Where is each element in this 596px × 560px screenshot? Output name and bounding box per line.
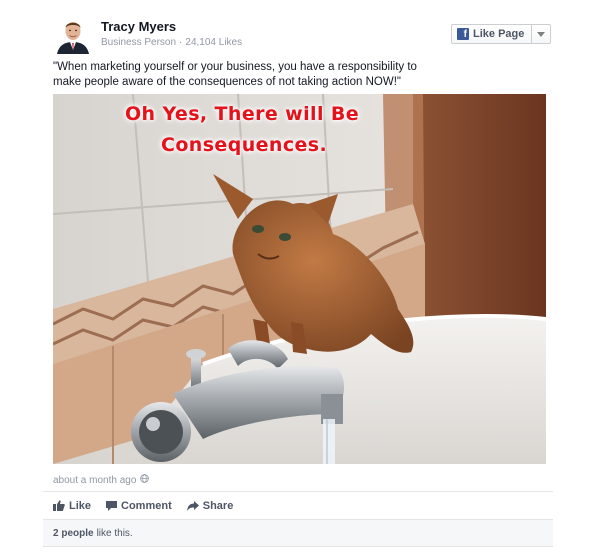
meme-text-line-2: Consequences. xyxy=(161,134,328,156)
like-action-label: Like xyxy=(69,499,92,512)
post-photo[interactable]: Oh Yes, There will Be Consequences. xyxy=(53,94,546,464)
post-timestamp: about a month ago xyxy=(53,474,150,486)
author-meta: Business Person · 24,104 Likes xyxy=(101,37,242,48)
meta-separator: · xyxy=(179,37,183,48)
comment-action-label: Comment xyxy=(121,499,172,512)
timestamp-text[interactable]: about a month ago xyxy=(53,475,136,486)
facebook-logo-icon: f xyxy=(457,28,469,40)
author-category: Business Person xyxy=(101,37,177,48)
avatar-photo xyxy=(53,14,93,54)
likes-summary: 2 people like this. xyxy=(43,519,553,547)
author-avatar[interactable] xyxy=(53,14,93,54)
facebook-post: Tracy Myers Business Person · 24,104 Likes… xyxy=(43,0,553,560)
meme-text-line-1: Oh Yes, There will Be xyxy=(125,103,360,125)
likes-count-link[interactable]: 2 people xyxy=(53,528,94,539)
post-actions: Like Comment Share xyxy=(43,491,553,519)
post-caption: "When marketing yourself or your busines… xyxy=(53,61,417,88)
comment-action-button[interactable]: Comment xyxy=(106,500,172,512)
author-likes-count: 24,104 Likes xyxy=(185,37,243,48)
like-page-button[interactable]: f Like Page xyxy=(451,24,552,44)
share-icon xyxy=(186,500,199,511)
comment-icon xyxy=(106,500,118,511)
author-name[interactable]: Tracy Myers xyxy=(101,19,176,34)
globe-icon[interactable] xyxy=(140,474,150,486)
share-action-label: Share xyxy=(202,499,234,512)
like-page-label: Like Page xyxy=(473,28,525,40)
chevron-down-icon[interactable] xyxy=(532,25,550,43)
likes-summary-text: like this. xyxy=(96,527,133,539)
thumbs-up-icon xyxy=(53,500,65,511)
share-action-button[interactable]: Share xyxy=(186,499,234,512)
like-action-button[interactable]: Like xyxy=(53,500,91,512)
like-page-main[interactable]: f Like Page xyxy=(452,25,533,43)
